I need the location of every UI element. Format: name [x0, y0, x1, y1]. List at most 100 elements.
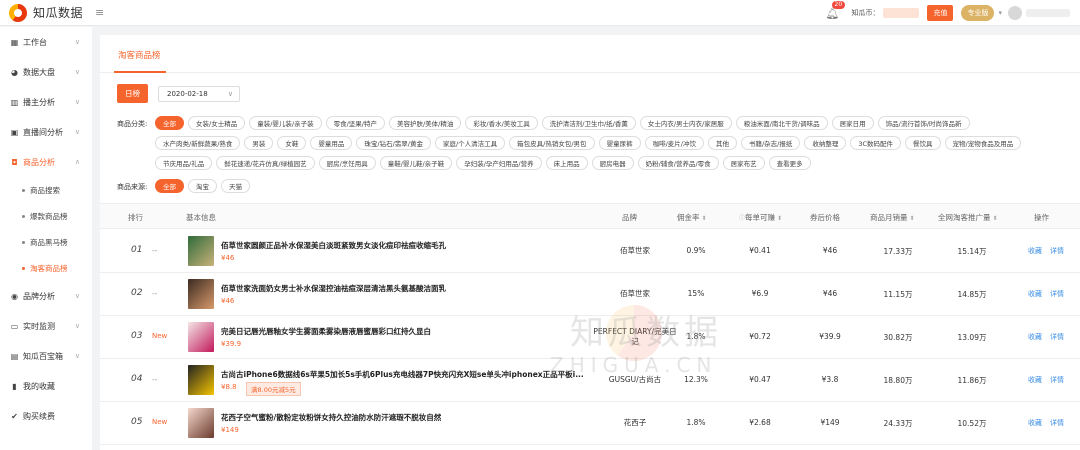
source-chip[interactable]: 全部	[155, 179, 184, 193]
sidebar-sub-search[interactable]: 商品搜索	[0, 177, 92, 203]
category-chip[interactable]: 婴童用品	[310, 136, 353, 150]
sidebar-item-live-room[interactable]: ▣ 直播间分析 ∨	[0, 117, 92, 147]
category-chip[interactable]: 水产肉类/新鲜蔬果/熟食	[155, 136, 241, 150]
avatar[interactable]	[1008, 6, 1022, 20]
monthly-sales: 11.15万	[883, 290, 913, 299]
chevron-down-icon[interactable]: ▾	[998, 9, 1002, 17]
category-chip[interactable]: 厨房电器	[591, 156, 634, 170]
category-chip[interactable]: 婴童尿裤	[598, 136, 641, 150]
sidebar-item-workbench[interactable]: ▦ 工作台 ∨	[0, 27, 92, 57]
date-picker[interactable]: 2020-02-18 ∨	[158, 85, 240, 102]
category-chip[interactable]: 查看更多	[768, 156, 811, 170]
product-name[interactable]: 完美日记唇光唇釉女学生雾面柔雾染唇液唇蜜唇彩口红持久显白	[221, 326, 431, 337]
header-promo-count[interactable]: 全网淘客推广量 ⬍	[938, 212, 998, 223]
detail-link[interactable]: 详情	[1050, 246, 1064, 256]
sort-icon[interactable]: ⬍	[777, 215, 782, 222]
table-row[interactable]: 04 -- 古尚古iPhone6数据线6s苹果5加长5s手机6Plus充电线器7…	[100, 359, 1080, 402]
category-chip[interactable]: 箱包皮具/热销女包/男包	[509, 136, 595, 150]
source-chip[interactable]: 淘宝	[188, 179, 217, 193]
category-chip[interactable]: 节庆用品/礼品	[155, 156, 213, 170]
sidebar-item-streamer[interactable]: ▥ 播主分析 ∨	[0, 87, 92, 117]
sidebar-item-brand[interactable]: ◉ 品牌分析 ∨	[0, 281, 92, 311]
sidebar-item-purchase[interactable]: ✔︎ 购买续费	[0, 401, 92, 431]
sort-icon[interactable]: ⬍	[702, 215, 707, 222]
category-chip[interactable]: 童装/婴儿装/亲子装	[249, 116, 322, 130]
category-chip[interactable]: 居家布艺	[722, 156, 765, 170]
category-chip[interactable]: 男装	[244, 136, 274, 150]
category-chip[interactable]: 洗护清洁剂/卫生巾/纸/香薰	[541, 116, 636, 130]
table-row[interactable]: 02 -- 佰草世家洗面奶女男士补水保湿控油祛痘深层清洁黑头氨基酸洁面乳 ¥46…	[100, 273, 1080, 316]
bell-icon[interactable]: 🔔︎ 20	[826, 0, 846, 20]
table-row[interactable]: 01 -- 佰草世家圆颜正品补水保湿美白淡斑紧致男女淡化痘印祛痘收缩毛孔 ¥46…	[100, 230, 1080, 273]
menu-icon[interactable]: ≡	[95, 6, 104, 19]
category-chip[interactable]: 其他	[707, 136, 737, 150]
sidebar-item-toolbox[interactable]: ▤ 知瓜百宝箱 ∨	[0, 341, 92, 371]
category-chip[interactable]: 宠物/宠物食品及用品	[944, 136, 1022, 150]
favorite-link[interactable]: 收藏	[1028, 332, 1042, 342]
category-chip[interactable]: 奶粉/辅食/营养品/零食	[637, 156, 719, 170]
category-chip[interactable]: 鲜花速递/花卉仿真/绿植园艺	[216, 156, 315, 170]
table-row[interactable]: 05 New 花西子空气蜜粉/散粉定妆粉饼女持久控油防水防汗遮瑕不脱妆自然 ¥1…	[100, 402, 1080, 445]
sidebar-item-product[interactable]: ◘ 商品分析 ∧	[0, 147, 92, 177]
product-name[interactable]: 佰草世家洗面奶女男士补水保湿控油祛痘深层清洁黑头氨基酸洁面乳	[221, 283, 446, 294]
header-monthly-sales[interactable]: 商品月销量 ⬍	[870, 212, 915, 223]
category-chip[interactable]: 零食/坚果/特产	[325, 116, 385, 130]
category-chip[interactable]: 孕妇装/孕产妇用品/营养	[456, 156, 542, 170]
recharge-button[interactable]: 充值	[927, 5, 954, 21]
sort-icon[interactable]: ⬍	[993, 215, 998, 222]
category-chip[interactable]: 彩妆/香水/美妆工具	[465, 116, 538, 130]
detail-link[interactable]: 详情	[1050, 375, 1064, 385]
category-chip[interactable]: 女装/女士精品	[188, 116, 246, 130]
category-chip[interactable]: 家庭/个人清洁工具	[434, 136, 506, 150]
product-thumbnail[interactable]	[188, 365, 214, 395]
category-chip[interactable]: 咖啡/麦片/冲饮	[644, 136, 704, 150]
category-chip[interactable]: 餐饮具	[905, 136, 941, 150]
product-name[interactable]: 古尚古iPhone6数据线6s苹果5加长5s手机6Plus充电线器7P快充闪充X…	[221, 369, 584, 380]
table-row[interactable]: 03 New 完美日记唇光唇釉女学生雾面柔雾染唇液唇蜜唇彩口红持久显白 ¥39.…	[100, 316, 1080, 359]
category-chip[interactable]: 粮油米面/南北干货/调味品	[735, 116, 828, 130]
category-chip[interactable]: 童鞋/婴儿鞋/亲子鞋	[379, 156, 453, 170]
sort-icon[interactable]: ⬍	[910, 215, 915, 222]
logo[interactable]: 知瓜数据	[9, 3, 83, 22]
coin-label: 知瓜币：	[851, 9, 880, 17]
source-chip[interactable]: 天猫	[221, 179, 250, 193]
vip-badge[interactable]: 专业版	[961, 5, 995, 21]
product-name[interactable]: 花西子空气蜜粉/散粉定妆粉饼女持久控油防水防汗遮瑕不脱妆自然	[221, 412, 441, 423]
sidebar-item-dashboard[interactable]: ◕ 数据大盘 ∨	[0, 57, 92, 87]
favorite-link[interactable]: 收藏	[1028, 289, 1042, 299]
sidebar-item-favorites[interactable]: ▮ 我的收藏	[0, 371, 92, 401]
detail-link[interactable]: 详情	[1050, 418, 1064, 428]
detail-link[interactable]: 详情	[1050, 332, 1064, 342]
category-chip[interactable]: 书籍/杂志/报纸	[740, 136, 801, 150]
category-chip[interactable]: 3C数码配件	[850, 136, 902, 150]
category-chip[interactable]: 女鞋	[277, 136, 307, 150]
sidebar-sub-darkhorse[interactable]: 商品黑马榜	[0, 229, 92, 255]
day-ranking-button[interactable]: 日榜	[117, 84, 148, 103]
category-chip[interactable]: 珠宝/钻石/翡翠/黄金	[356, 136, 431, 150]
category-chip[interactable]: 美容护肤/美体/精油	[388, 116, 462, 130]
product-thumbnail[interactable]	[188, 408, 214, 438]
category-chip[interactable]: 饰品/流行首饰/时尚饰品新	[877, 116, 970, 130]
header-per-order[interactable]: ⓘ每单可赚 ⬍	[737, 212, 782, 223]
tab-taoke-ranking[interactable]: 淘客商品榜	[118, 49, 161, 61]
category-chip[interactable]: 床上用品	[545, 156, 588, 170]
header-commission[interactable]: 佣金率 ⬍	[677, 212, 707, 223]
category-chip[interactable]: 女士内衣/男士内衣/家居服	[639, 116, 732, 130]
product-thumbnail[interactable]	[188, 236, 214, 266]
sidebar-item-monitor[interactable]: ▭ 实时监测 ∨	[0, 311, 92, 341]
category-chip[interactable]: 全部	[155, 116, 184, 130]
username[interactable]	[1026, 9, 1070, 17]
favorite-link[interactable]: 收藏	[1028, 375, 1042, 385]
category-chip[interactable]: 居家日用	[831, 116, 874, 130]
sidebar-sub-hot[interactable]: 爆款商品榜	[0, 203, 92, 229]
sidebar-sub-taoke[interactable]: 淘客商品榜	[0, 255, 92, 281]
favorite-link[interactable]: 收藏	[1028, 246, 1042, 256]
product-thumbnail[interactable]	[188, 322, 214, 352]
product-name[interactable]: 佰草世家圆颜正品补水保湿美白淡斑紧致男女淡化痘印祛痘收缩毛孔	[221, 240, 446, 251]
product-thumbnail[interactable]	[188, 279, 214, 309]
detail-link[interactable]: 详情	[1050, 289, 1064, 299]
category-chip[interactable]: 厨房/烹饪用具	[318, 156, 376, 170]
favorite-link[interactable]: 收藏	[1028, 418, 1042, 428]
chevron-down-icon: ∨	[74, 352, 80, 360]
category-chip[interactable]: 收纳整理	[804, 136, 847, 150]
